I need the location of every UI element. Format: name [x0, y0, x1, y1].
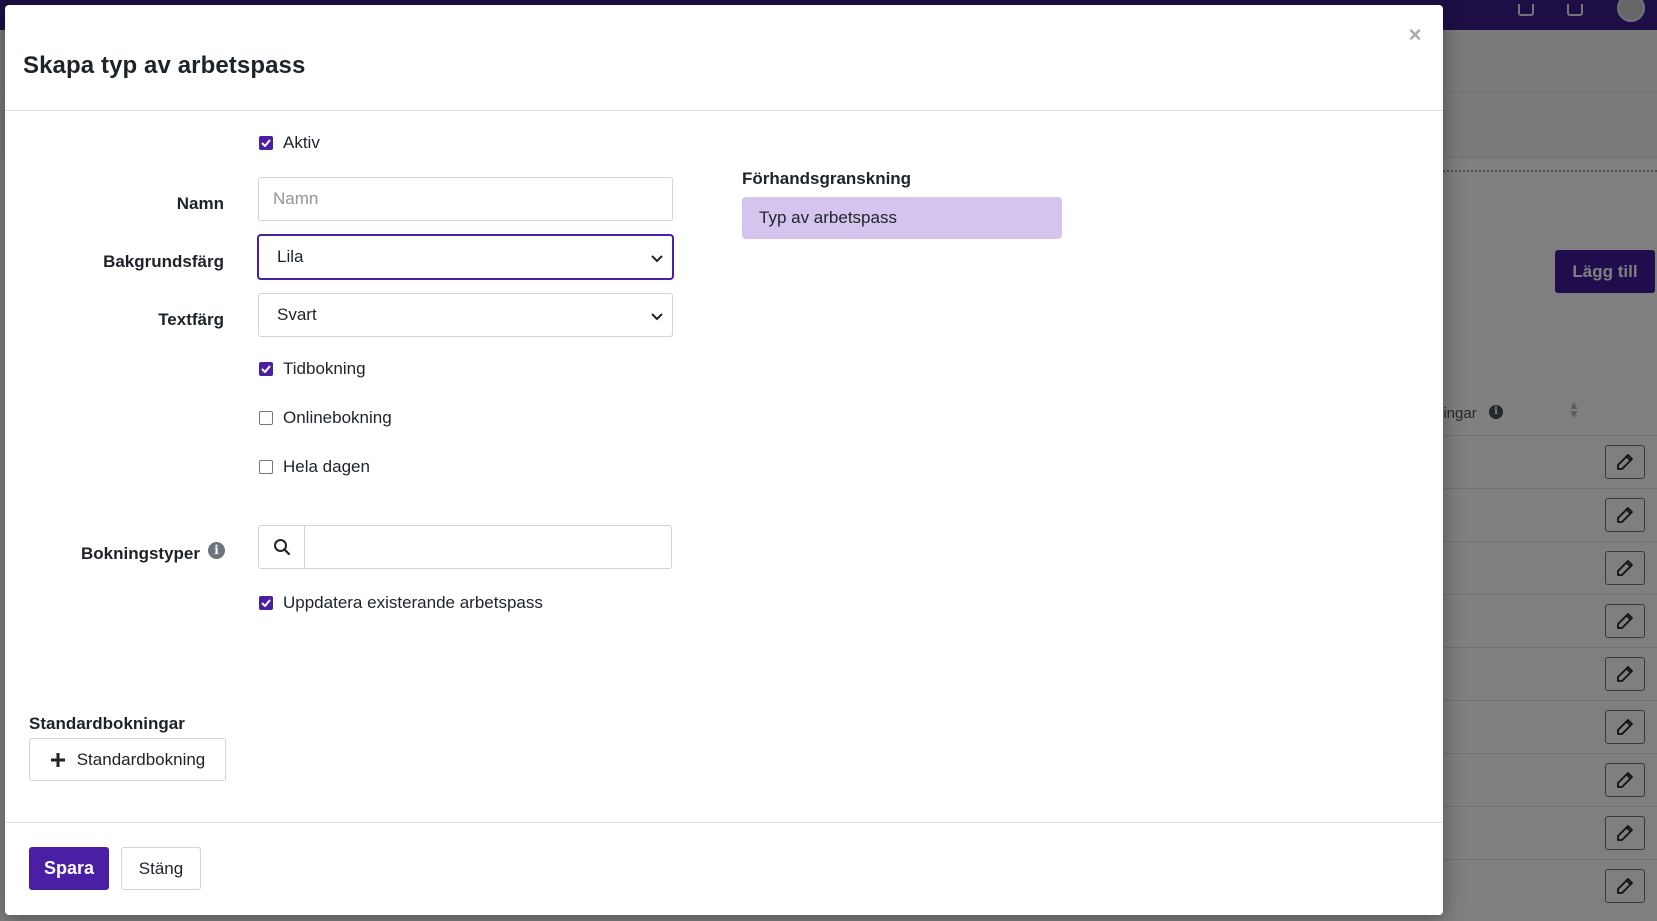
time-booking-checkbox[interactable]: Tidbokning — [259, 359, 366, 379]
checkbox-box[interactable] — [259, 136, 273, 150]
create-shift-type-modal: Skapa typ av arbetspass × Aktiv Namn Bak… — [5, 5, 1443, 915]
background-color-select[interactable]: Lila — [258, 235, 673, 279]
all-day-label: Hela dagen — [283, 457, 370, 476]
booking-types-search — [258, 525, 672, 569]
booking-types-label: Bokningstyper — [80, 544, 200, 563]
save-button[interactable]: Spara — [29, 847, 109, 890]
time-booking-label: Tidbokning — [283, 359, 366, 378]
modal-footer: Spara Stäng — [5, 822, 1443, 915]
checkbox-box[interactable] — [259, 596, 273, 610]
name-label: Namn — [176, 194, 224, 213]
checkbox-box[interactable] — [259, 362, 273, 376]
plus-icon — [50, 752, 65, 767]
active-checkbox[interactable]: Aktiv — [259, 133, 320, 153]
search-icon — [259, 526, 305, 568]
online-booking-label: Onlinebokning — [283, 408, 392, 427]
text-color-select[interactable]: Svart — [258, 293, 673, 337]
info-icon[interactable]: i — [208, 542, 225, 559]
checkbox-box[interactable] — [259, 411, 273, 425]
online-booking-checkbox[interactable]: Onlinebokning — [259, 408, 392, 428]
active-label: Aktiv — [283, 133, 320, 152]
default-bookings-title: Standardbokningar — [29, 714, 185, 733]
modal-header: Skapa typ av arbetspass × — [5, 5, 1443, 111]
all-day-checkbox[interactable]: Hela dagen — [259, 457, 370, 477]
checkbox-box[interactable] — [259, 460, 273, 474]
name-input[interactable] — [258, 177, 673, 221]
update-existing-label: Uppdatera existerande arbetspass — [283, 593, 543, 612]
background-color-label: Bakgrundsfärg — [103, 252, 224, 271]
text-color-label: Textfärg — [158, 310, 224, 329]
text-color-value: Svart — [277, 305, 317, 324]
close-button[interactable]: Stäng — [121, 847, 201, 890]
update-existing-checkbox[interactable]: Uppdatera existerande arbetspass — [259, 593, 543, 613]
chevron-down-icon — [651, 255, 663, 263]
add-default-booking-button[interactable]: Standardbokning — [29, 738, 226, 781]
modal-title: Skapa typ av arbetspass — [23, 52, 306, 79]
preview-title: Förhandsgranskning — [742, 169, 912, 188]
preview-chip: Typ av arbetspass — [742, 197, 1062, 239]
background-color-value: Lila — [277, 247, 304, 266]
add-default-booking-label: Standardbokning — [76, 749, 206, 769]
booking-types-input[interactable] — [305, 526, 671, 568]
chevron-down-icon — [651, 313, 663, 321]
preview-chip-text: Typ av arbetspass — [759, 208, 897, 227]
close-icon[interactable]: × — [1403, 23, 1427, 47]
